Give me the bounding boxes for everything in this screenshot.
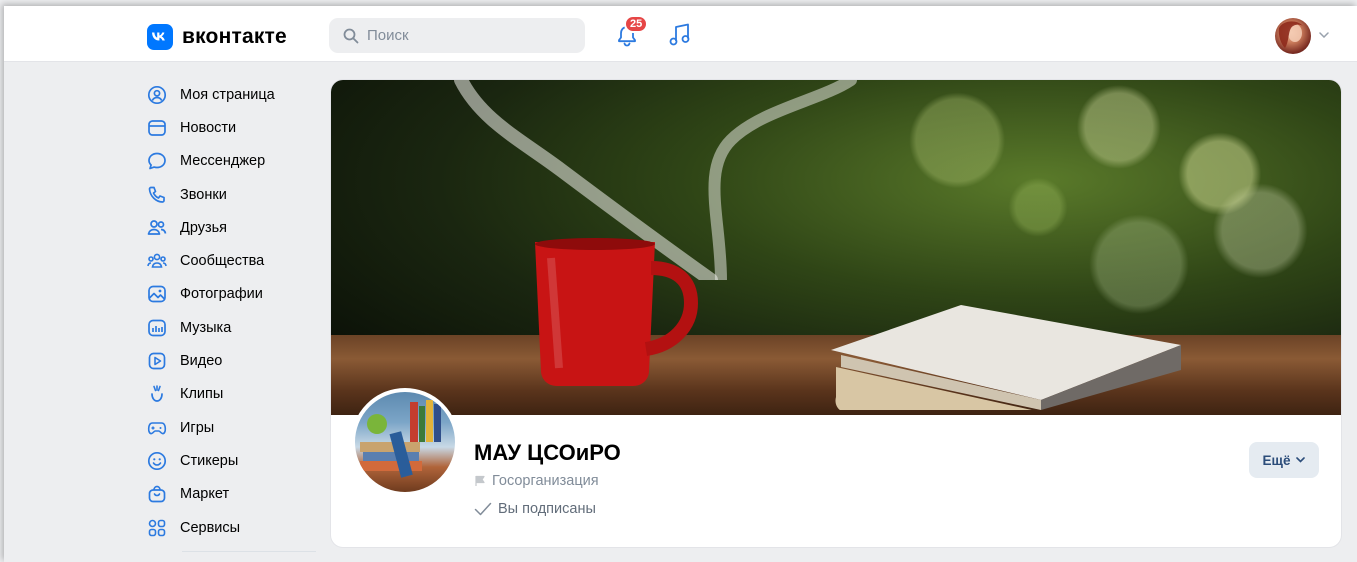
sidebar-item-services[interactable]: Сервисы <box>147 511 317 544</box>
community-header-card: МАУ ЦСОиРО Госорганизация Вы подписаны Е… <box>331 80 1341 547</box>
sidebar-item-label: Стикеры <box>180 452 239 469</box>
sidebar-item-label: Новости <box>180 119 237 136</box>
sidebar-item-label: Фотографии <box>180 286 263 303</box>
sidebar-item-label: Моя страница <box>180 86 275 103</box>
sidebar-item-label: Сервисы <box>180 519 241 536</box>
sidebar-item-label: Друзья <box>180 219 228 236</box>
more-button-label: Ещё <box>1262 452 1291 468</box>
sidebar-item-label: Клипы <box>180 386 224 403</box>
user-avatar[interactable] <box>1275 18 1311 54</box>
flag-icon <box>475 475 485 486</box>
sidebar-item-market[interactable]: Маркет <box>147 478 317 511</box>
music-icon <box>148 319 166 337</box>
communities-icon <box>147 253 167 268</box>
app-window: вконтакте 25 <box>4 6 1357 562</box>
vk-logo-icon <box>147 24 173 50</box>
sidebar-item-label: Звонки <box>180 186 227 203</box>
subscription-status[interactable]: Вы подписаны <box>474 501 596 517</box>
sidebar-item-label: Мессенджер <box>180 153 266 170</box>
newspaper-icon <box>148 120 166 136</box>
sidebar-item-calls[interactable]: Звонки <box>147 178 317 211</box>
cover-image <box>331 80 1341 415</box>
search-input[interactable] <box>367 27 567 44</box>
clips-icon <box>151 385 163 403</box>
sidebar-item-news[interactable]: Новости <box>147 111 317 144</box>
gamepad-icon <box>147 421 167 434</box>
red-mug <box>535 238 699 386</box>
community-type: Госорганизация <box>474 473 599 489</box>
services-icon <box>148 519 166 536</box>
message-icon <box>148 152 166 170</box>
photo-icon <box>148 286 166 303</box>
chevron-down-icon[interactable] <box>1319 32 1329 38</box>
sidebar-item-music[interactable]: Музыка <box>147 311 317 344</box>
music-icon[interactable] <box>668 22 692 48</box>
video-icon <box>148 352 166 370</box>
smile-icon <box>147 451 167 470</box>
sidebar-item-label: Маркет <box>180 486 230 503</box>
more-button[interactable]: Ещё <box>1249 442 1319 478</box>
sidebar-item-messenger[interactable]: Мессенджер <box>147 145 317 178</box>
user-circle-icon <box>147 85 167 104</box>
sidebar-item-clips[interactable]: Клипы <box>147 378 317 411</box>
sidebar-item-label: Музыка <box>180 319 232 336</box>
sidebar-item-video[interactable]: Видео <box>147 344 317 377</box>
notification-badge: 25 <box>624 15 649 33</box>
chevron-down-icon <box>1296 457 1306 463</box>
sidebar-item-label: Видео <box>180 353 223 370</box>
sidebar-item-friends[interactable]: Друзья <box>147 211 317 244</box>
book <box>831 305 1181 410</box>
sidebar-divider <box>182 551 316 552</box>
sidebar-item-stickers[interactable]: Стикеры <box>147 444 317 477</box>
left-nav: Моя страница Новости Мессенджер Звонки Д… <box>147 78 317 552</box>
phone-icon <box>148 186 165 203</box>
community-type-label: Госорганизация <box>492 473 599 489</box>
search-icon <box>343 28 359 43</box>
sidebar-item-my-page[interactable]: Моя страница <box>147 78 317 111</box>
sidebar-item-label: Сообщества <box>180 253 265 270</box>
bag-icon <box>148 485 166 503</box>
top-bar: вконтакте 25 <box>4 6 1357 62</box>
logo-text: вконтакте <box>182 25 287 48</box>
sidebar-item-communities[interactable]: Сообщества <box>147 244 317 277</box>
search-box[interactable] <box>329 18 585 53</box>
friends-icon <box>147 219 167 235</box>
subscription-label: Вы подписаны <box>498 501 596 517</box>
sidebar-item-label: Игры <box>180 419 215 436</box>
community-name: МАУ ЦСОиРО <box>474 440 621 465</box>
sidebar-item-photos[interactable]: Фотографии <box>147 278 317 311</box>
vk-logo[interactable]: вконтакте <box>147 24 287 50</box>
sidebar-item-games[interactable]: Игры <box>147 411 317 444</box>
check-icon <box>474 502 492 516</box>
community-avatar[interactable] <box>351 388 459 496</box>
